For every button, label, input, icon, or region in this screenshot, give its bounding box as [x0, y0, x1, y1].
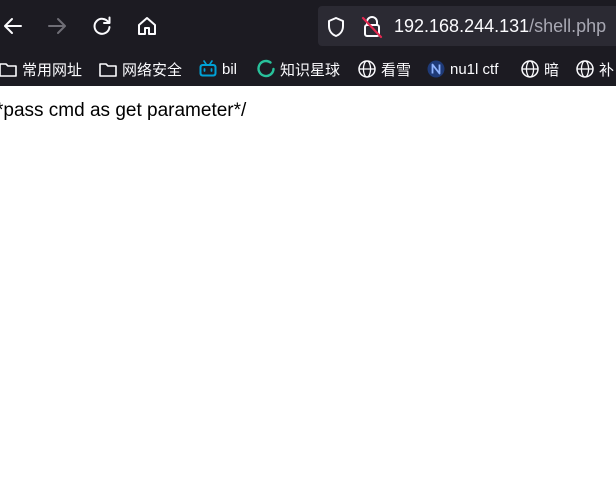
bookmark-bilibili[interactable]: bil: [198, 59, 237, 79]
planet-icon: [257, 59, 275, 78]
bookmark-label: 补: [599, 61, 615, 79]
bookmark-folder-common-sites[interactable]: 常用网址: [0, 59, 82, 79]
insecure-lock-icon[interactable]: [361, 15, 383, 39]
forward-button[interactable]: [42, 11, 72, 41]
page-content: *pass cmd as get parameter*/: [0, 87, 616, 491]
bookmark-label: 看雪: [381, 61, 412, 79]
navigation-toolbar: 192.168.244.131/shell.php: [0, 0, 616, 52]
globe-icon: [358, 60, 376, 78]
home-button[interactable]: [132, 11, 162, 41]
bookmark-nu1l-ctf[interactable]: nu1l ctf: [426, 59, 498, 79]
bookmark-knowledge-planet[interactable]: 知识星球: [256, 59, 340, 79]
reload-icon: [93, 16, 111, 35]
page-text: *pass cmd as get parameter*/: [0, 100, 247, 121]
bookmark-bu[interactable]: 补: [575, 59, 614, 79]
bookmark-label: 暗: [544, 61, 560, 79]
bookmark-label: 知识星球: [280, 61, 341, 79]
bookmark-label: bil: [222, 60, 238, 78]
folder-icon: [0, 63, 17, 77]
n-logo-icon: [427, 60, 445, 78]
bookmark-label: nu1l ctf: [450, 60, 499, 78]
bookmark-kanxue[interactable]: 看雪: [357, 59, 411, 79]
address-bar[interactable]: 192.168.244.131/shell.php: [318, 6, 616, 46]
home-icon: [138, 17, 156, 35]
reload-button[interactable]: [87, 11, 117, 41]
bookmark-label: 常用网址: [22, 61, 83, 79]
back-button[interactable]: [0, 11, 28, 41]
arrow-right-icon: [48, 18, 66, 34]
bookmark-folder-network-security[interactable]: 网络安全: [98, 59, 182, 79]
browser-chrome: 192.168.244.131/shell.php 常用网址 网络安全 bil: [0, 0, 616, 86]
folder-icon: [99, 63, 117, 77]
url-host: 192.168.244.131: [394, 16, 530, 36]
globe-icon: [576, 60, 594, 78]
bookmarks-toolbar: 常用网址 网络安全 bil 知识星球 看雪 nu1l ctf 暗 补: [0, 52, 616, 86]
shield-icon[interactable]: [326, 16, 346, 38]
bookmark-label: 网络安全: [122, 61, 183, 79]
arrow-left-icon: [4, 18, 22, 34]
url-text[interactable]: 192.168.244.131/shell.php: [394, 15, 606, 37]
globe-icon: [521, 60, 539, 78]
bookmark-an[interactable]: 暗: [520, 59, 559, 79]
url-path: /shell.php: [529, 16, 607, 36]
bilibili-icon: [199, 60, 217, 77]
